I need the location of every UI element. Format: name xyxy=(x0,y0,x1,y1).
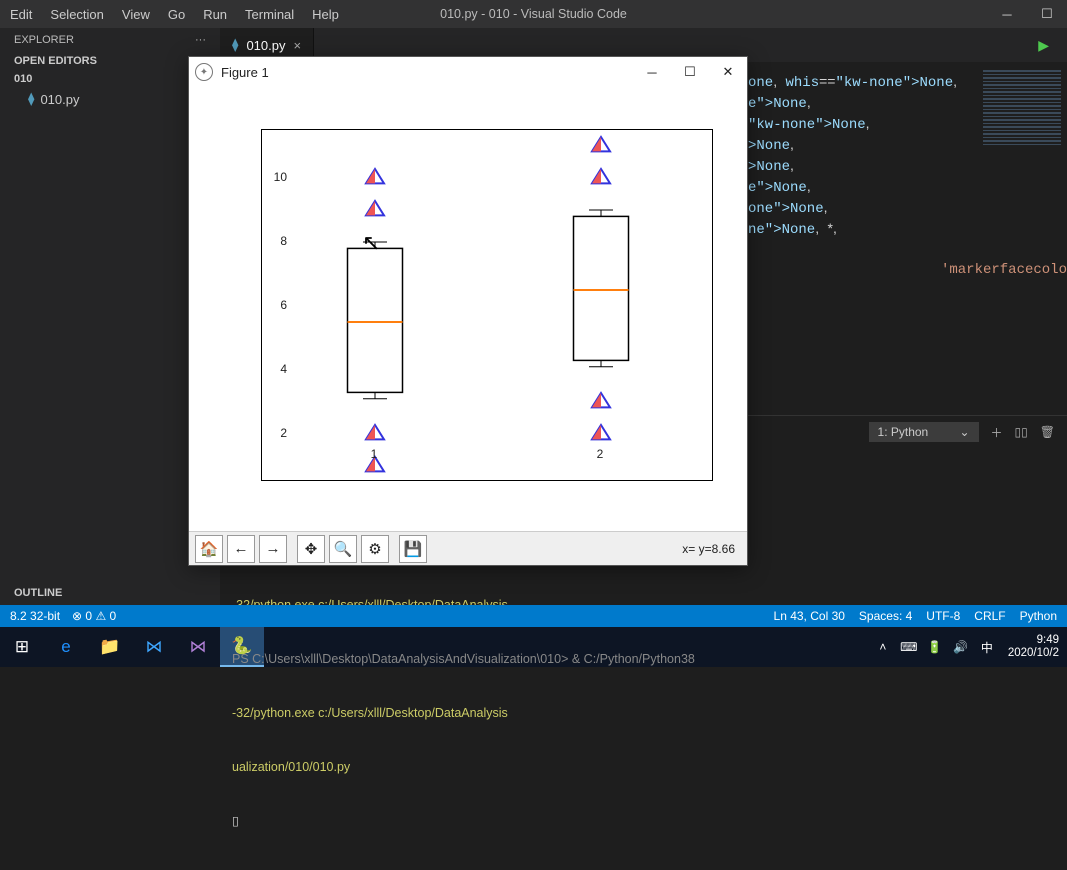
window-minimize[interactable]: ─ xyxy=(987,0,1027,28)
matplotlib-logo-icon: ✦ xyxy=(195,63,213,81)
figure-window: ✦ Figure 1 ─ ☐ ✕ 24681012 🏠 ← → ✥ 🔍 ⚙ 💾 … xyxy=(188,56,748,566)
boxplot-chart xyxy=(262,130,712,480)
ytick-label: 2 xyxy=(280,426,287,440)
file-explorer-icon[interactable]: 📁 xyxy=(88,627,132,667)
taskview-icon[interactable]: ⊞ xyxy=(0,627,44,667)
explorer-header: EXPLORER xyxy=(14,34,74,46)
menu-help[interactable]: Help xyxy=(312,7,339,22)
cursor-position[interactable]: Ln 43, Col 30 xyxy=(774,609,845,623)
zoom-icon[interactable]: 🔍 xyxy=(329,535,357,563)
forward-icon[interactable]: → xyxy=(259,535,287,563)
figure-titlebar[interactable]: ✦ Figure 1 ─ ☐ ✕ xyxy=(189,57,747,87)
chevron-down-icon: ⌄ xyxy=(959,425,969,439)
menu-terminal[interactable]: Terminal xyxy=(245,7,294,22)
figure-close[interactable]: ✕ xyxy=(709,57,747,87)
python-file-icon: ⧫ xyxy=(28,91,34,107)
window-title: 010.py - 010 - Visual Studio Code xyxy=(440,7,627,21)
ytick-label: 10 xyxy=(274,170,287,184)
back-icon[interactable]: ← xyxy=(227,535,255,563)
explorer-more-icon[interactable]: ··· xyxy=(195,34,206,46)
terminal-new-icon[interactable]: ＋ xyxy=(991,424,1003,441)
xtick-label: 2 xyxy=(597,447,604,461)
menu-edit[interactable]: Edit xyxy=(10,7,32,22)
figure-minimize[interactable]: ─ xyxy=(633,57,671,87)
encoding[interactable]: UTF-8 xyxy=(926,609,960,623)
statusbar: 8.2 32-bit ⊗ 0 ⚠ 0 Ln 43, Col 30 Spaces:… xyxy=(0,605,1067,627)
terminal-selector[interactable]: 1: Python⌄ xyxy=(869,422,979,442)
python-file-icon: ⧫ xyxy=(232,37,238,53)
save-icon[interactable]: 💾 xyxy=(399,535,427,563)
plot-area[interactable]: 24681012 xyxy=(189,87,747,531)
folder-header[interactable]: 010 xyxy=(0,70,220,88)
mpl-toolbar: 🏠 ← → ✥ 🔍 ⚙ 💾 x= y=8.66 xyxy=(189,531,747,565)
ytick-label: 8 xyxy=(280,234,287,248)
tab-label: 010.py xyxy=(246,38,285,53)
file-label: 010.py xyxy=(40,92,79,107)
outline-header[interactable]: OUTLINE xyxy=(0,581,220,605)
open-editors-header[interactable]: OPEN EDITORS xyxy=(0,52,220,70)
figure-title: Figure 1 xyxy=(221,65,269,80)
indentation[interactable]: Spaces: 4 xyxy=(859,609,912,623)
file-item[interactable]: ⧫ 010.py xyxy=(0,88,220,110)
sidebar: EXPLORER ··· OPEN EDITORS 010 ⧫ 010.py OU… xyxy=(0,28,220,605)
problems-count[interactable]: ⊗ 0 ⚠ 0 xyxy=(72,609,116,623)
menu-run[interactable]: Run xyxy=(203,7,227,22)
window-maximize[interactable]: ☐ xyxy=(1027,0,1067,28)
terminal-split-icon[interactable]: ▯▯ xyxy=(1015,425,1028,439)
menu-view[interactable]: View xyxy=(122,7,150,22)
intellisense-hint: 'markerfacecolo xyxy=(941,262,1067,278)
minimap[interactable] xyxy=(977,62,1067,322)
ytick-label: 4 xyxy=(280,362,287,376)
xtick-label: 1 xyxy=(371,447,378,461)
python-interpreter[interactable]: 8.2 32-bit xyxy=(10,609,60,623)
pan-icon[interactable]: ✥ xyxy=(297,535,325,563)
visualstudio-icon[interactable]: ⋈ xyxy=(176,627,220,667)
vscode-icon[interactable]: ⋈ xyxy=(132,627,176,667)
figure-coords: x= y=8.66 xyxy=(682,542,735,556)
axes xyxy=(261,129,713,481)
close-icon[interactable]: × xyxy=(293,38,301,53)
terminal-trash-icon[interactable]: 🗑 xyxy=(1040,425,1055,439)
configure-icon[interactable]: ⚙ xyxy=(361,535,389,563)
menu-selection[interactable]: Selection xyxy=(50,7,103,22)
language-mode[interactable]: Python xyxy=(1020,609,1057,623)
run-icon[interactable]: ▶ xyxy=(1038,37,1049,54)
menu-go[interactable]: Go xyxy=(168,7,185,22)
figure-maximize[interactable]: ☐ xyxy=(671,57,709,87)
ytick-label: 6 xyxy=(280,298,287,312)
edge-icon[interactable]: e xyxy=(44,627,88,667)
home-icon[interactable]: 🏠 xyxy=(195,535,223,563)
menubar: Edit Selection View Go Run Terminal Help… xyxy=(0,0,1067,28)
eol[interactable]: CRLF xyxy=(974,609,1005,623)
